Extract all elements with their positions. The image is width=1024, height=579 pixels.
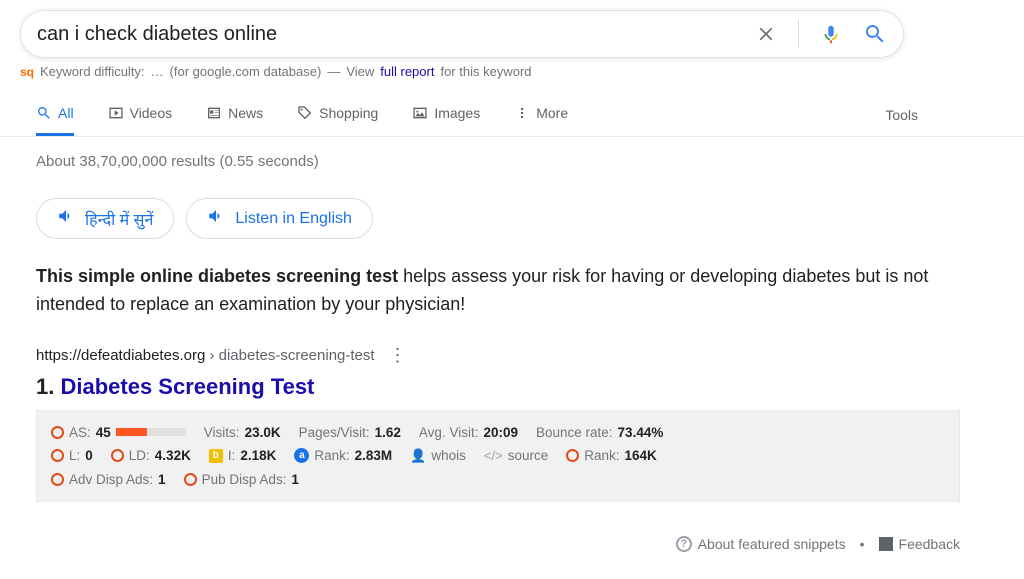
- kd-db: (for google.com database): [170, 64, 322, 79]
- seo-avgvisit: Avg. Visit: 20:09: [419, 425, 518, 440]
- clear-icon[interactable]: [754, 22, 778, 46]
- chip-label: हिन्दी में सुनें: [85, 208, 153, 230]
- tab-all[interactable]: All: [36, 91, 74, 136]
- more-dots-icon: [514, 105, 530, 121]
- result-menu-icon[interactable]: ⋮: [385, 345, 411, 366]
- listen-hindi-chip[interactable]: हिन्दी में सुनें: [36, 198, 174, 239]
- tab-label: Images: [434, 105, 480, 121]
- search-bar: [20, 10, 904, 58]
- seo-source[interactable]: </> source: [484, 448, 548, 463]
- kd-sep: —: [327, 64, 340, 79]
- circle-icon: [111, 449, 124, 462]
- tab-news[interactable]: News: [206, 91, 263, 136]
- tab-label: Shopping: [319, 105, 378, 121]
- feedback-link[interactable]: Feedback: [879, 536, 960, 552]
- result-stats: About 38,70,00,000 results (0.55 seconds…: [36, 153, 960, 170]
- seo-ld[interactable]: LD: 4.32K: [111, 448, 191, 463]
- kd-label: Keyword difficulty:: [40, 64, 145, 79]
- help-icon: ?: [676, 536, 692, 552]
- tab-shopping[interactable]: Shopping: [297, 91, 378, 136]
- search-small-icon: [36, 105, 52, 121]
- seo-whois[interactable]: 👤 whois: [410, 448, 466, 464]
- mic-icon[interactable]: [819, 22, 843, 46]
- kd-view: View: [346, 64, 374, 79]
- person-icon: 👤: [410, 448, 426, 464]
- search-icon[interactable]: [863, 22, 887, 46]
- result-number: 1.: [36, 374, 54, 399]
- seo-as[interactable]: AS: 45: [51, 425, 186, 440]
- listen-english-chip[interactable]: Listen in English: [186, 198, 373, 239]
- tab-videos[interactable]: Videos: [108, 91, 173, 136]
- featured-snippet: This simple online diabetes screening te…: [36, 263, 936, 319]
- seo-adv-ads[interactable]: Adv Disp Ads: 1: [51, 472, 166, 487]
- tools-button[interactable]: Tools: [885, 93, 918, 135]
- seo-bing-index[interactable]: b I: 2.18K: [209, 448, 277, 463]
- seo-pub-ads[interactable]: Pub Disp Ads: 1: [184, 472, 299, 487]
- tab-label: News: [228, 105, 263, 121]
- tab-images[interactable]: Images: [412, 91, 480, 136]
- feedback-icon: [879, 537, 893, 551]
- search-input[interactable]: [37, 23, 754, 46]
- seoquake-badge-icon: sq: [20, 65, 34, 79]
- divider: [798, 20, 799, 48]
- code-icon: </>: [484, 448, 503, 463]
- cite-host: https://defeatdiabetes.org: [36, 347, 205, 364]
- snippet-footer: ? About featured snippets • Feedback: [36, 536, 960, 554]
- circle-icon: [51, 426, 64, 439]
- result-title-link[interactable]: Diabetes Screening Test: [60, 374, 314, 399]
- news-icon: [206, 105, 222, 121]
- seo-alexa-rank[interactable]: a Rank: 2.83M: [294, 448, 392, 463]
- circle-icon: [51, 473, 64, 486]
- about-featured-snippets-link[interactable]: ? About featured snippets: [676, 536, 846, 552]
- seo-semrush-rank[interactable]: Rank: 164K: [566, 448, 657, 463]
- seo-pagespervisit: Pages/Visit: 1.62: [299, 425, 401, 440]
- chip-label: Listen in English: [235, 210, 352, 228]
- alexa-icon: a: [294, 448, 309, 463]
- tab-more[interactable]: More: [514, 91, 568, 136]
- tab-label: All: [58, 105, 74, 121]
- kd-loading: …: [151, 64, 164, 79]
- result-cite: https://defeatdiabetes.org › diabetes-sc…: [36, 345, 960, 366]
- seo-l[interactable]: L: 0: [51, 448, 93, 463]
- result-title-row: 1. Diabetes Screening Test: [36, 374, 960, 400]
- circle-icon: [184, 473, 197, 486]
- snippet-bold: This simple online diabetes screening te…: [36, 266, 398, 286]
- keyword-difficulty-row: sq Keyword difficulty: … (for google.com…: [0, 58, 1024, 83]
- full-report-link[interactable]: full report: [380, 64, 434, 79]
- search-tabs: All Videos News Shopping Images: [0, 91, 1024, 137]
- seo-bounce: Bounce rate: 73.44%: [536, 425, 663, 440]
- images-icon: [412, 105, 428, 121]
- dot-separator: •: [860, 536, 865, 552]
- tab-label: More: [536, 105, 568, 121]
- tab-label: Videos: [130, 105, 173, 121]
- seo-visits: Visits: 23.0K: [204, 425, 281, 440]
- as-bar: [116, 428, 186, 436]
- bing-icon: b: [209, 449, 223, 463]
- cite-path: › diabetes-screening-test: [205, 347, 374, 364]
- speaker-icon: [57, 207, 75, 230]
- circle-icon: [51, 449, 64, 462]
- seo-metrics-box: AS: 45 Visits: 23.0K Pages/Visit: 1.62 A…: [36, 410, 960, 502]
- circle-icon: [566, 449, 579, 462]
- shopping-icon: [297, 105, 313, 121]
- video-icon: [108, 105, 124, 121]
- kd-tail: for this keyword: [440, 64, 531, 79]
- speaker-icon: [207, 207, 225, 230]
